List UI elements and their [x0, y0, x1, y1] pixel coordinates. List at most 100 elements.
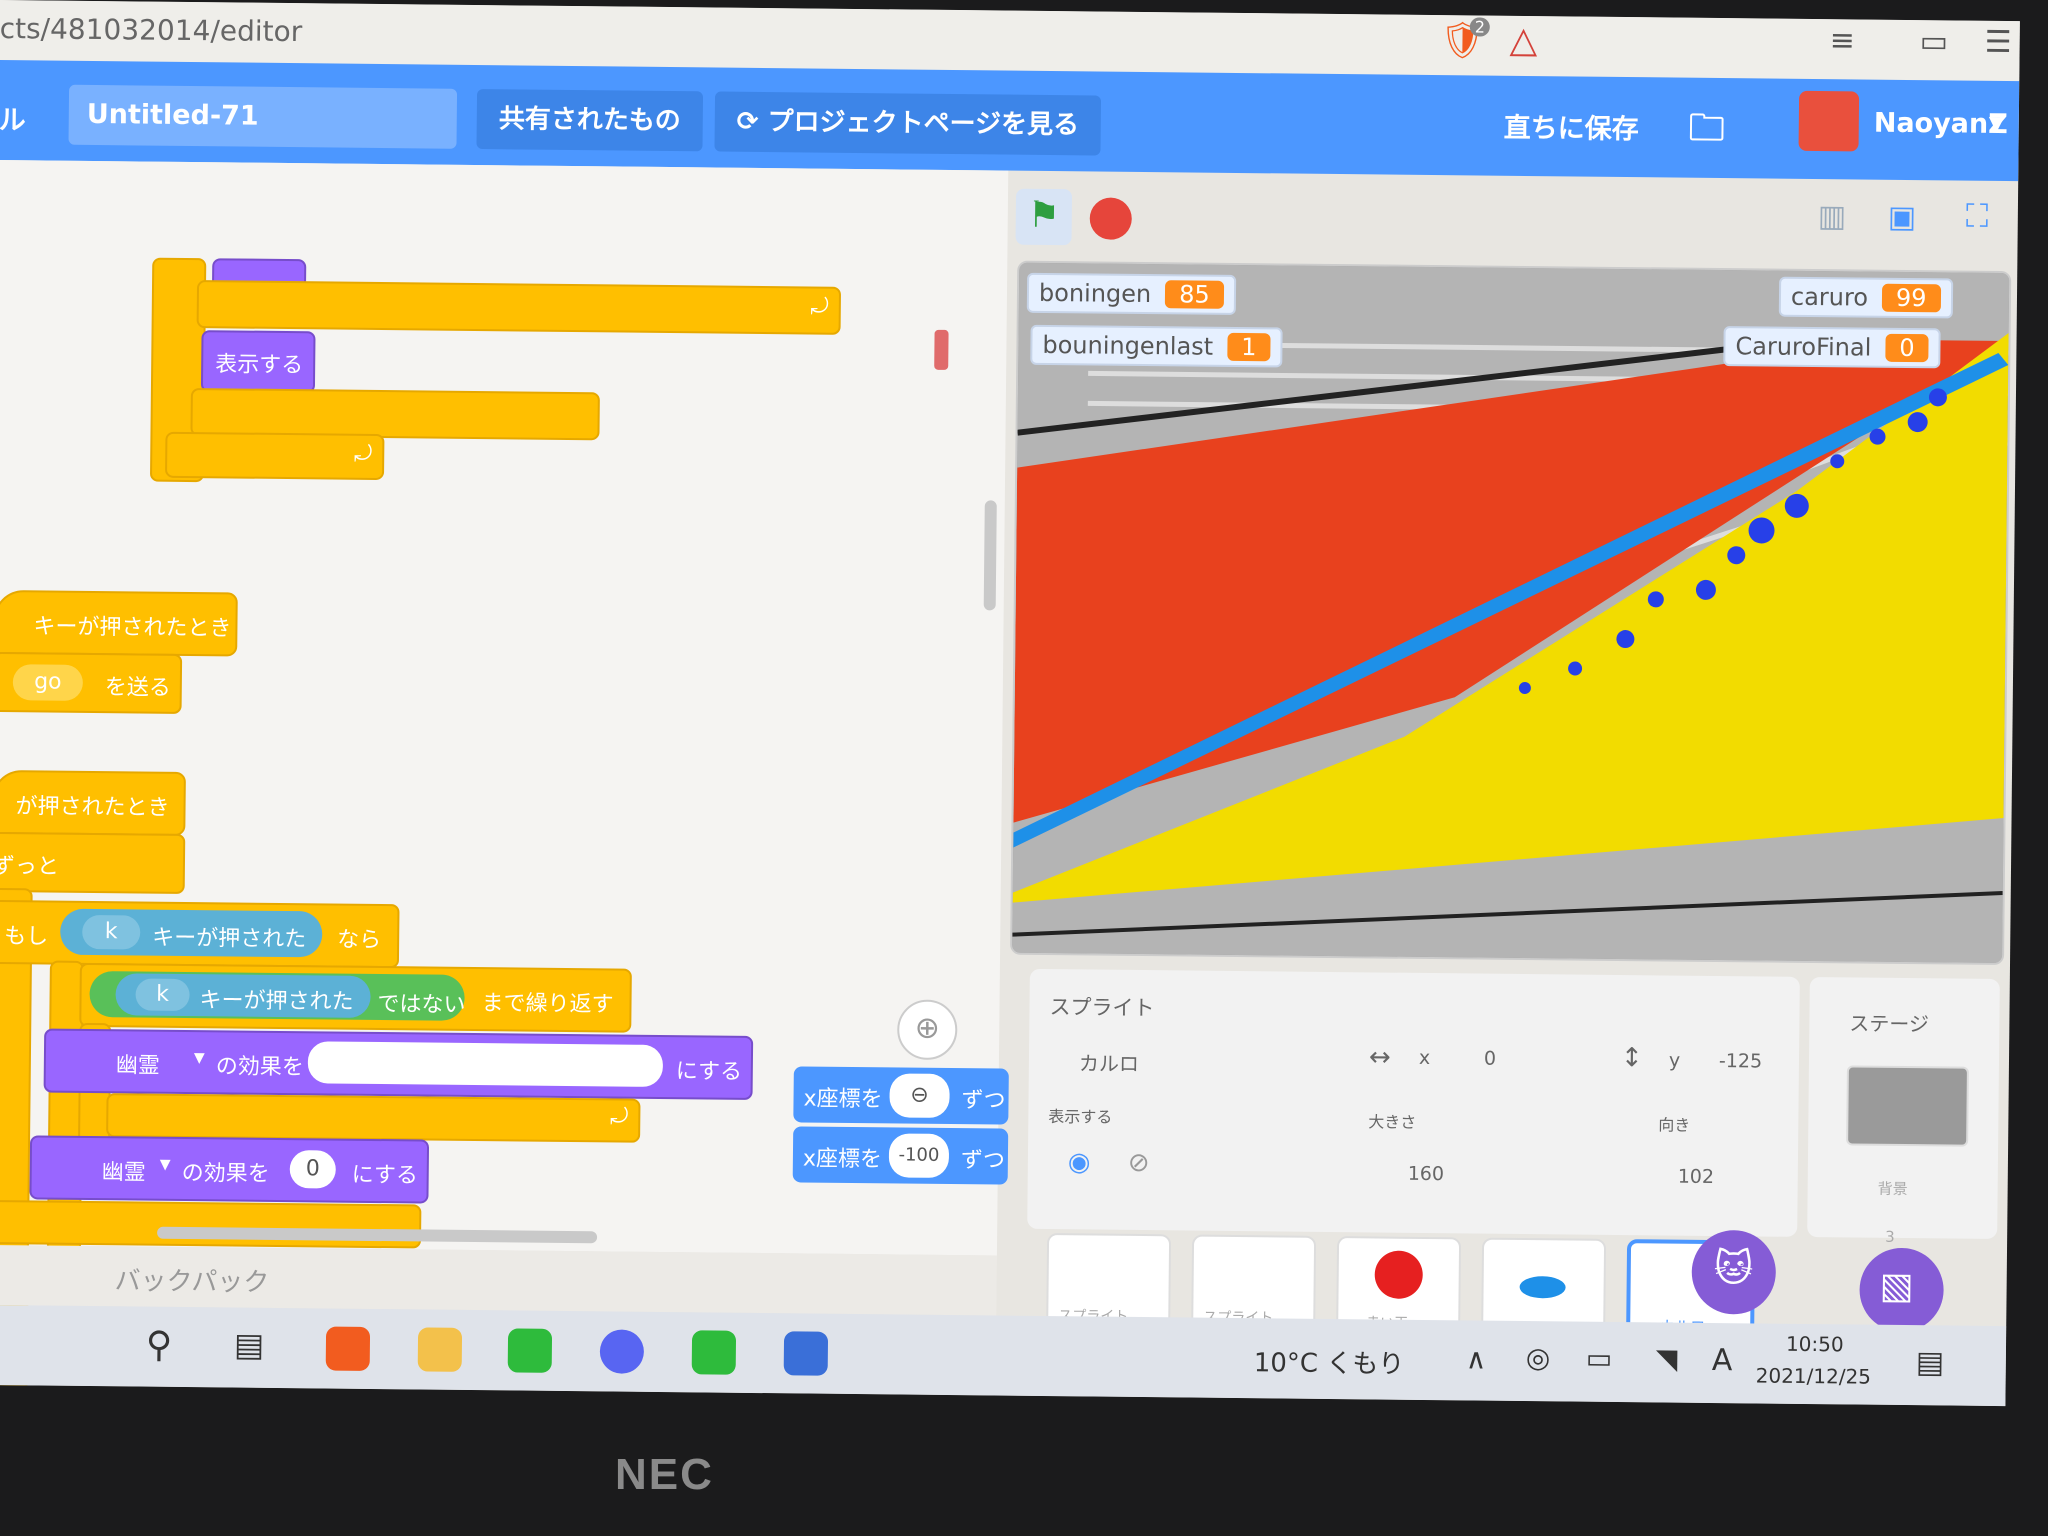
stage-panel[interactable]: ステージ 背景 3 — [1807, 977, 2000, 1246]
variable-monitor-caruro[interactable]: caruro 99 — [1778, 276, 1953, 319]
vertical-scrollbar[interactable] — [983, 500, 997, 611]
stage-canvas[interactable]: boningen 85 bouningenlast 1 caruro 99 Carur… — [1010, 260, 2012, 966]
if-block[interactable]: もし k キーが押された なら — [0, 899, 400, 969]
monitor-label: caruro — [1790, 282, 1869, 312]
c-block-top[interactable]: ⤾ — [196, 280, 842, 335]
cat-icon: 🐱 — [1713, 1246, 1754, 1291]
line-icon[interactable] — [691, 1330, 737, 1375]
effect2-suffix: にする — [351, 1162, 419, 1189]
project-title-input[interactable]: Untitled-71 — [68, 84, 458, 149]
c-block-bottom[interactable]: ⤾ — [165, 431, 385, 481]
when-pressed-hat-block[interactable]: が押されたとき — [0, 769, 186, 836]
effect1-dropdown[interactable]: 幽霊 — [116, 1047, 160, 1079]
change-x-block-2[interactable]: x座標を -100 ずつ — [792, 1126, 1009, 1185]
set-effect-block-2[interactable]: 幽霊 ▼ の効果を 0 にする — [29, 1135, 430, 1204]
monitor-value: 99 — [1881, 283, 1941, 313]
url-text[interactable]: cts/481032014/editor — [0, 12, 302, 48]
sprite-name-input[interactable]: カルロ — [1079, 1047, 1139, 1077]
project-page-button[interactable]: ⟳ プロジェクトページを見る — [714, 91, 1102, 156]
zoom-out-icon[interactable]: ⊖ — [889, 1073, 950, 1119]
ime-indicator[interactable]: A — [1712, 1343, 1733, 1378]
variable-monitor-bouningenlast[interactable]: bouningenlast 1 — [1030, 324, 1283, 368]
variable-monitor-carurofinal[interactable]: CaruroFinal 0 — [1723, 326, 1941, 369]
stage-scene — [1012, 262, 2010, 964]
repeat-key-dropdown[interactable]: k — [135, 978, 190, 1012]
save-now-button[interactable]: 直ちに保存 — [1504, 106, 1639, 146]
file-explorer-icon[interactable] — [417, 1327, 463, 1372]
clock-time[interactable]: 10:50 — [1786, 1332, 1844, 1357]
stop-button[interactable] — [1089, 197, 1132, 240]
red-ball-icon — [1374, 1250, 1423, 1299]
x-input[interactable]: 0 — [1484, 1048, 1496, 1070]
key-pressed-condition[interactable]: k キーが押された — [60, 908, 323, 958]
monitor-value: 85 — [1165, 280, 1224, 309]
x-arrows-icon: ↔ — [1368, 1042, 1391, 1073]
discord-icon[interactable] — [599, 1329, 645, 1374]
eye-hidden-icon[interactable]: ⊘ — [1128, 1148, 1150, 1178]
change-x-block-1[interactable]: x座標を ⊖ ずつ — [793, 1066, 1009, 1125]
wallet-icon[interactable]: ▭ — [1919, 24, 1948, 59]
weather-widget[interactable]: 10°C くもり — [1254, 1342, 1405, 1381]
menu-icon[interactable]: ☰ — [1984, 25, 2011, 60]
effect1-value-input[interactable]: いdぶおふぁのvべあいrんヴぉあ — [307, 1041, 664, 1087]
shared-button[interactable]: 共有されたもの — [476, 89, 704, 152]
backpack[interactable]: バックパック — [0, 1244, 997, 1316]
line-icon[interactable] — [507, 1328, 553, 1373]
notification-icon[interactable]: ▤ — [1916, 1345, 1945, 1380]
forever-block[interactable]: ずっと — [0, 831, 186, 894]
calculator-icon[interactable] — [783, 1331, 829, 1376]
brave-rewards-icon[interactable]: △ — [1509, 20, 1537, 61]
battery-icon[interactable]: ▭ — [1586, 1342, 1613, 1375]
repeat-bottom[interactable]: ⤾ — [106, 1093, 641, 1143]
effect2-dropdown[interactable]: 幽霊 — [102, 1154, 146, 1186]
avatar[interactable] — [1798, 90, 1860, 152]
blue-oval-icon — [1519, 1275, 1566, 1299]
set-effect-block[interactable]: 幽霊 ▼ の効果を いdぶおふぁのvべあいrんヴぉあ にする — [43, 1028, 754, 1100]
direction-input[interactable]: 102 — [1678, 1166, 1714, 1188]
chevron-down-icon[interactable]: ▼ — [1989, 111, 2005, 135]
search-icon[interactable]: ⚲ — [146, 1325, 173, 1366]
green-flag-button[interactable]: ⚑ — [1015, 188, 1073, 246]
menu-fragment[interactable]: ル — [0, 98, 26, 137]
broadcast-block[interactable]: go を送る — [0, 651, 183, 714]
x-label: x — [1418, 1046, 1431, 1070]
forever-bottom[interactable] — [0, 1199, 422, 1249]
stage-panel-title: ステージ — [1849, 1011, 1930, 1037]
wifi-icon[interactable]: ◥ — [1656, 1342, 1678, 1375]
effect2-value-input[interactable]: 0 — [289, 1150, 336, 1189]
small-stage-icon[interactable]: ▥ — [1818, 199, 1847, 234]
then-label: なら — [337, 927, 382, 954]
if-key-dropdown[interactable]: k — [82, 914, 141, 950]
show-block[interactable]: 表示する — [200, 330, 316, 394]
playlist-icon[interactable]: ≡ — [1829, 23, 1855, 58]
key-pressed-hat-block[interactable]: キーが押されたとき — [0, 589, 238, 657]
show-block-label: 表示する — [215, 352, 304, 379]
repeat-until-block[interactable]: k キーが押された ではない まで繰り返す — [79, 962, 632, 1033]
broadcast-dropdown[interactable]: go — [12, 664, 84, 701]
y-label: y — [1668, 1049, 1681, 1072]
large-stage-icon[interactable]: ▣ — [1888, 200, 1917, 235]
x-block2-value-input[interactable]: -100 — [888, 1133, 950, 1178]
y-input[interactable]: -125 — [1719, 1050, 1762, 1072]
repeat-key-condition[interactable]: k キーが押された — [115, 973, 371, 1018]
loop-arrow-icon: ⤾ — [609, 1104, 629, 1130]
size-input[interactable]: 160 — [1408, 1163, 1444, 1185]
clock-date[interactable]: 2021/12/25 — [1756, 1363, 1872, 1388]
code-area[interactable]: ⤾ 表示する ⤾ キーが押されたとき go を送る が押されたとき ずっと もし — [0, 159, 1009, 1393]
brave-icon[interactable] — [325, 1326, 371, 1371]
extension-badge: 2 — [1469, 17, 1491, 37]
my-stuff-folder-icon[interactable]: 🗀 — [1688, 102, 1725, 163]
fullscreen-icon[interactable]: ⛶ — [1966, 197, 1989, 236]
stage-thumbnail[interactable] — [1846, 1065, 1969, 1147]
loop-arrow-icon: ⤾ — [353, 441, 373, 467]
tray-chevron-icon[interactable]: ∧ — [1466, 1342, 1487, 1375]
choose-backdrop-button[interactable]: ▧ — [1859, 1247, 1945, 1333]
remix-icon: ⟳ — [736, 106, 768, 138]
task-view-icon[interactable]: ▤ — [234, 1326, 265, 1364]
eye-icon[interactable]: ◉ — [1068, 1147, 1091, 1177]
variable-monitor-boningen[interactable]: boningen 85 — [1026, 272, 1236, 315]
camera-icon[interactable]: ◎ — [1526, 1341, 1551, 1374]
choose-sprite-button[interactable]: 🐱 — [1691, 1229, 1777, 1315]
not-condition[interactable]: k キーが押された ではない — [89, 970, 466, 1021]
zoom-in-icon[interactable]: ⊕ — [896, 999, 958, 1061]
